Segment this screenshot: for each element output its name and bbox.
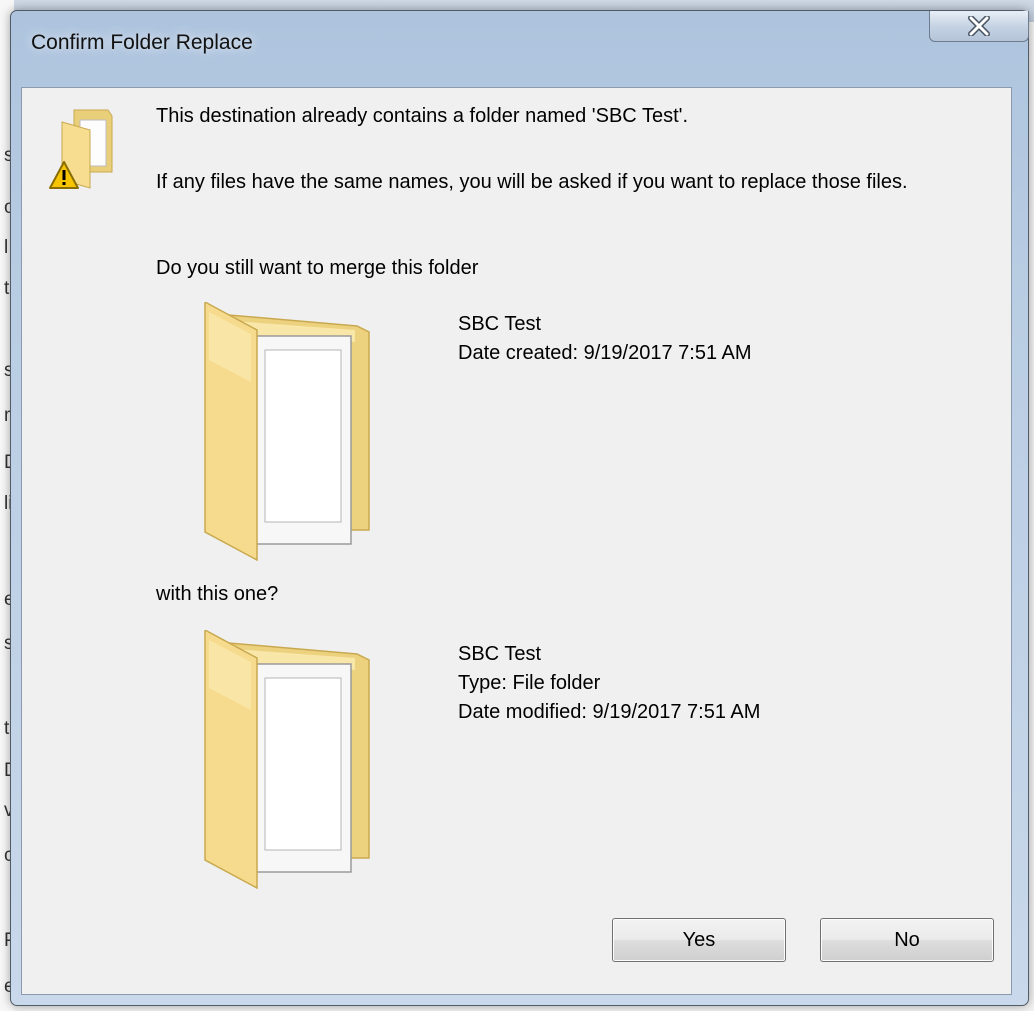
dialog-content: This destination already contains a fold… <box>21 87 1012 995</box>
destination-date-created: Date created: 9/19/2017 7:51 AM <box>458 342 752 364</box>
dialog-title: Confirm Folder Replace <box>31 31 253 54</box>
no-button[interactable]: No <box>820 918 994 962</box>
folder-with-files-icon <box>204 302 370 562</box>
source-folder-type: Type: File folder <box>458 672 601 694</box>
destination-folder-name: SBC Test <box>458 313 541 335</box>
with-label: with this one? <box>156 583 279 605</box>
folder-with-files-icon <box>204 630 370 890</box>
source-folder-name: SBC Test <box>458 643 541 665</box>
close-icon <box>968 16 990 36</box>
question-text: Do you still want to merge this folder <box>156 257 479 279</box>
yes-button[interactable]: Yes <box>612 918 786 962</box>
warning-folder-icon <box>49 109 113 189</box>
close-button[interactable] <box>929 11 1029 42</box>
confirm-folder-replace-dialog: Confirm Folder Replace This destination … <box>10 10 1029 1006</box>
info-text: If any files have the same names, you wi… <box>156 171 908 193</box>
message-text: This destination already contains a fold… <box>156 105 689 127</box>
source-date-modified: Date modified: 9/19/2017 7:51 AM <box>458 701 761 723</box>
